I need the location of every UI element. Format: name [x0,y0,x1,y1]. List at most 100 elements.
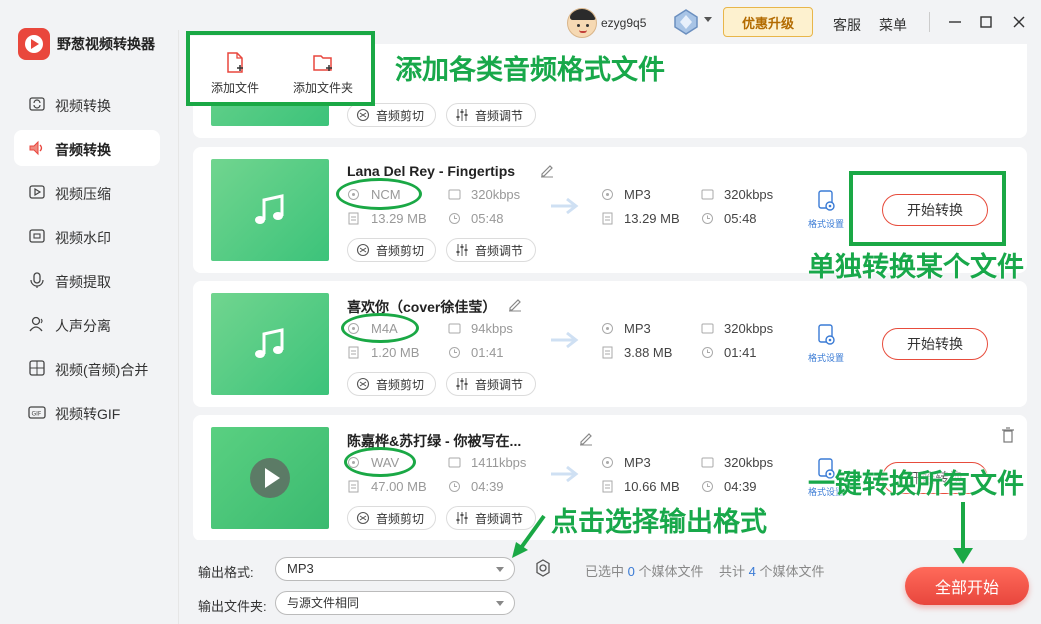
source-bitrate: 94kbps [471,321,513,336]
format-settings-button[interactable]: 格式设置 [807,324,845,364]
sidebar-item-label: 视频转换 [55,98,111,114]
source-duration: 05:48 [471,211,504,226]
arrow-right-icon [551,465,579,483]
sidebar-item-label: 人声分离 [55,318,111,334]
bitrate-icon [448,457,461,468]
audio-cut-button[interactable]: 音频剪切 [347,372,436,396]
bitrate-icon [701,189,714,200]
audio-adjust-button[interactable]: 音频调节 [446,238,536,262]
annotation-ellipse [341,313,419,343]
user-profile[interactable]: ezyg9q5 [567,8,646,38]
vip-badge-icon[interactable] [673,9,699,35]
bitrate-icon [701,457,714,468]
video-thumbnail [211,427,329,529]
watermark-icon [29,229,45,243]
edit-icon[interactable] [539,162,555,178]
sidebar-item-label: 视频水印 [55,230,111,246]
bitrate-icon [448,189,461,200]
select-value: 与源文件相同 [287,596,360,610]
sidebar-item-audio-extract[interactable]: 音频提取 [14,262,160,298]
source-size: 13.29 MB [371,211,427,226]
output-folder-label: 输出文件夹: [198,599,267,614]
chip-label: 音频剪切 [376,377,425,392]
audio-cut-button[interactable]: 音频剪切 [347,238,436,262]
avatar[interactable] [567,8,597,38]
chip-label: 音频调节 [475,377,524,392]
sidebar-item-merge[interactable]: 视频(音频)合并 [14,350,160,386]
audio-cut-button[interactable]: 音频剪切 [347,506,436,530]
customer-service-link[interactable]: 客服 [833,15,861,35]
menu-link[interactable]: 菜单 [879,15,907,35]
sidebar-item-video-compress[interactable]: 视频压缩 [14,174,160,210]
sliders-icon [456,109,468,121]
edit-icon[interactable] [507,296,523,312]
format-icon [602,189,613,200]
source-duration: 04:39 [471,479,504,494]
upgrade-button[interactable]: 优惠升级 [723,7,813,37]
audio-extract-icon [30,272,44,288]
bitrate-icon [448,323,461,334]
target-duration: 01:41 [724,345,757,360]
sidebar-item-audio-convert[interactable]: 音频转换 [14,130,160,166]
clock-icon [702,481,713,492]
app-name: 野葱视频转换器 [57,36,155,52]
minimize-icon[interactable] [945,12,965,32]
clock-icon [702,213,713,224]
scissors-icon [356,108,370,122]
sliders-icon [456,512,468,524]
source-size: 1.20 MB [371,345,420,360]
output-format-select[interactable]: MP3 [275,557,515,581]
sidebar-item-video-convert[interactable]: 视频转换 [14,86,160,122]
play-icon[interactable] [248,456,292,500]
audio-thumbnail [211,159,329,261]
audio-cut-button[interactable]: 音频剪切 [347,103,436,127]
audio-adjust-button[interactable]: 音频调节 [446,372,536,396]
username[interactable]: ezyg9q5 [601,16,646,30]
scissors-icon [356,243,370,257]
start-convert-button[interactable]: 开始转换 [882,328,988,360]
sidebar-item-watermark[interactable]: 视频水印 [14,218,160,254]
selected-count-text: 已选中 0 个媒体文件 [585,564,704,579]
scissors-icon [356,377,370,391]
sidebar-item-voice-separate[interactable]: 人声分离 [14,306,160,342]
sidebar-item-label: 视频压缩 [55,186,111,202]
output-folder-select[interactable]: 与源文件相同 [275,591,515,615]
sidebar-item-label: 音频提取 [55,274,111,290]
source-bitrate: 320kbps [471,187,521,202]
annotation-ellipse [344,447,416,477]
trash-icon[interactable] [1001,427,1015,443]
sidebar-item-label: 视频(音频)合并 [55,362,149,378]
format-settings-button[interactable]: 格式设置 [807,190,845,230]
gif-icon: GIF [28,406,46,419]
chip-label: 音频调节 [475,108,524,123]
file-size-icon [602,346,613,359]
maximize-icon[interactable] [976,12,996,32]
start-all-button[interactable]: 全部开始 [905,567,1029,605]
target-format: MP3 [624,321,651,336]
divider [929,12,930,32]
source-duration: 01:41 [471,345,504,360]
audio-adjust-button[interactable]: 音频调节 [446,103,536,127]
file-size-icon [602,480,613,493]
annotation-ellipse [336,178,422,210]
source-bitrate: 1411kbps [471,455,527,470]
close-icon[interactable] [1009,12,1029,32]
target-size: 13.29 MB [624,211,680,226]
sidebar-item-gif[interactable]: GIF 视频转GIF [14,394,160,430]
chevron-down-icon[interactable] [704,17,712,22]
annotation-add-files: 添加各类音频格式文件 [395,55,665,86]
annotation-single: 单独转换某个文件 [808,252,1024,283]
gear-icon[interactable] [534,559,552,577]
format-settings-label: 格式设置 [807,353,844,363]
list-item: 喜欢你（cover徐佳莹） M4A 94kbps 1.20 MB 01:41 M… [193,281,1027,407]
annotation-choose-format: 点击选择输出格式 [551,507,767,538]
scissors-icon [356,511,370,525]
format-settings-icon [818,190,835,211]
target-bitrate: 320kbps [724,455,774,470]
total-count-text: 共计 4 个媒体文件 [719,564,825,579]
clock-icon [449,481,460,492]
format-settings-label: 格式设置 [807,219,844,229]
chevron-down-icon [496,601,504,606]
edit-icon[interactable] [578,430,594,446]
video-compress-icon [29,185,45,199]
